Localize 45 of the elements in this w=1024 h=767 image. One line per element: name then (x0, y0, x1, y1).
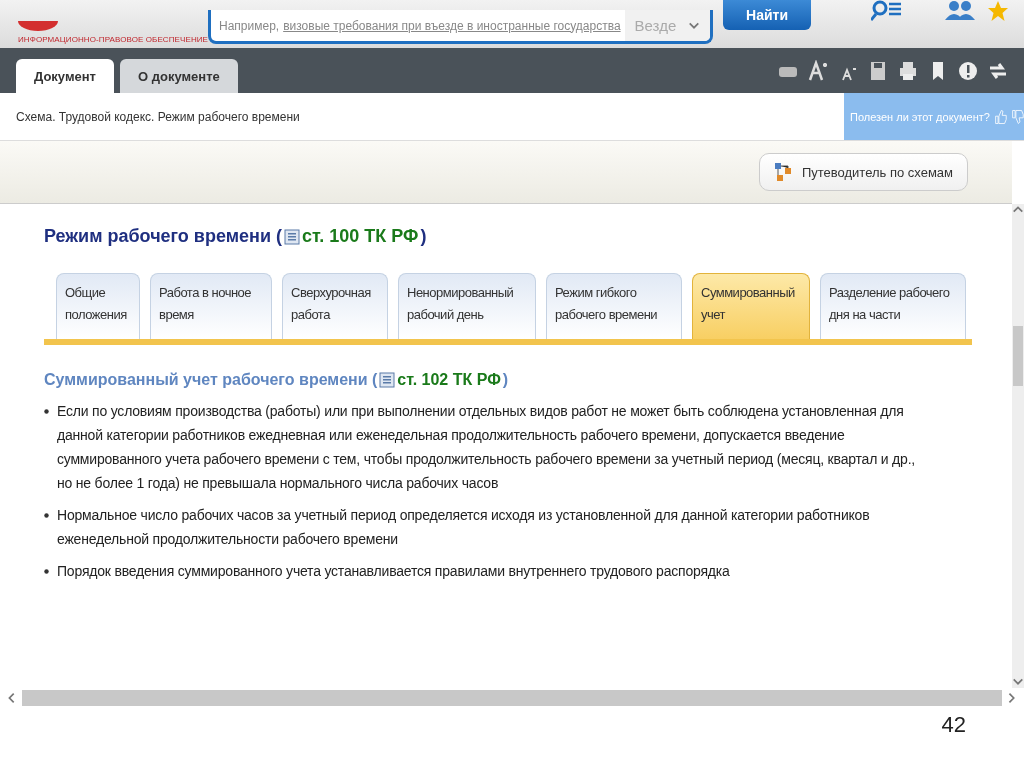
example-link[interactable]: визовые требования при въезде в иностранные государства (283, 18, 621, 33)
title-paren: ) (502, 371, 509, 389)
logo-subtitle: ИНФОРМАЦИОННО-ПРАВОВОЕ ОБЕСПЕЧЕНИЕ (18, 35, 209, 44)
bullet-text: Порядок введения суммированного учета устанавливается правилами внутреннего трудового распорядка (57, 562, 731, 581)
scheme-tab[interactable]: Ненормированный рабочий день (398, 273, 536, 339)
slide-number: 42 (941, 712, 966, 739)
scheme-guide-button[interactable]: Путеводитель по схемам (758, 153, 968, 191)
save-icon[interactable] (868, 59, 888, 82)
article-link[interactable]: ст. 102 ТК РФ (397, 371, 501, 389)
section-title: Суммированный учет рабочего времени ( (44, 371, 378, 389)
thumbs-down-icon[interactable] (1010, 107, 1024, 126)
scroll-thumb[interactable] (1013, 326, 1023, 386)
star-icon[interactable] (987, 0, 1009, 22)
scheme-tab[interactable]: Работа в ночное время (150, 273, 272, 339)
scheme-icon (773, 161, 794, 183)
scheme-title: Режим рабочего времени ( (44, 226, 282, 247)
scheme-tab[interactable]: Суммированный учет (692, 273, 810, 339)
article-link[interactable]: ст. 100 ТК РФ (301, 226, 419, 247)
document-tab[interactable]: Документ (16, 59, 114, 93)
scheme-tab[interactable]: Общие положения (56, 273, 140, 339)
bullet-text: Если по условиям производства (работы) или при выполнении отдельных видов работ не может быть соблюдена установленная для данной категории работников ежедневная или еженедельная продолжительность рабочего времени, допускается введение суммированного учета рабочего времени с тем, чтобы продолжительность рабочего времени за учетный период (месяц, квартал и др., но не более 1 года) не превышала нормального числа рабочих часов (57, 402, 917, 493)
bullet-icon (44, 408, 49, 414)
breadcrumb: Схема. Трудовой кодекс. Режим рабочего времени (15, 109, 300, 124)
thumbs-up-icon[interactable] (993, 107, 1007, 126)
search-icon[interactable] (871, 0, 903, 22)
bullet-icon (44, 512, 49, 518)
scheme-tab[interactable]: Сверхурочная работа (282, 273, 388, 339)
document-tab[interactable]: О документе (120, 59, 238, 93)
document-icon (379, 372, 396, 388)
bullet-text: Нормальное число рабочих часов за учетный период определяется исходя из установленной для данной категории работников еженедельной продолжительности рабочего времени (57, 506, 871, 549)
document-icon (283, 228, 300, 245)
print-icon[interactable] (898, 59, 918, 82)
bullet-icon (44, 568, 49, 574)
title-paren: ) (420, 226, 427, 247)
scheme-tab[interactable]: Разделение рабочего дня на части (820, 273, 966, 339)
users-icon[interactable] (943, 0, 977, 22)
logo-icon (18, 21, 58, 31)
font-larger-icon[interactable] (808, 59, 828, 82)
horizontal-scrollbar[interactable] (22, 690, 1002, 706)
vertical-scrollbar[interactable] (1012, 204, 1024, 688)
scheme-tab[interactable]: Режим гибкого рабочего времени (546, 273, 682, 339)
warning-icon[interactable] (958, 59, 978, 82)
feedback-question: Полезен ли этот документ? (850, 110, 990, 123)
search-field[interactable]: Например, визовые требования при въезде в иностранные государства Везде (208, 10, 713, 44)
search-button[interactable]: Найти (723, 0, 811, 30)
